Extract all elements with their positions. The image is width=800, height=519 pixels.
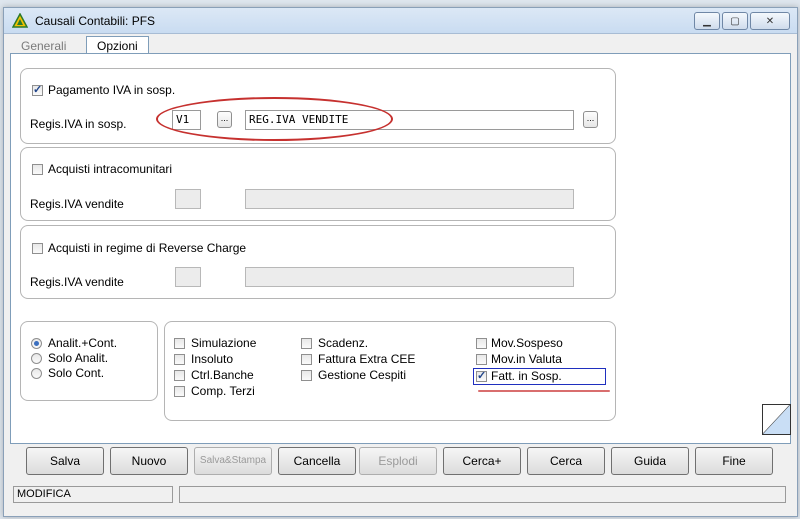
intracom-code-field xyxy=(175,189,201,209)
cerca-button[interactable]: Cerca xyxy=(527,447,605,475)
close-icon: ✕ xyxy=(765,15,775,27)
acquisti-intracomunitari-checkbox[interactable] xyxy=(32,164,43,175)
window-title: Causali Contabili: PFS xyxy=(35,14,156,28)
radio-solo-cont[interactable] xyxy=(31,368,42,379)
regis-iva-vendite-label: Regis.IVA vendite xyxy=(30,197,124,211)
regis-iva-sosp-desc-lookup-button[interactable]: ... xyxy=(583,111,598,128)
salva-button[interactable]: Salva xyxy=(26,447,104,475)
insoluto-checkbox[interactable] xyxy=(174,354,185,365)
reverse-desc-field xyxy=(245,267,574,287)
fattura-extra-cee-checkbox[interactable] xyxy=(301,354,312,365)
fatt-in-sosp-label: Fatt. in Sosp. xyxy=(491,369,562,383)
radio-solo-cont-label: Solo Cont. xyxy=(48,366,105,380)
ctrl-banche-label: Ctrl.Banche xyxy=(191,368,254,382)
ctrl-banche-checkbox[interactable] xyxy=(174,370,185,381)
minimize-icon: ▁ xyxy=(703,15,711,27)
mov-in-valuta-checkbox[interactable] xyxy=(476,354,487,365)
maximize-button[interactable]: ▢ xyxy=(722,12,748,30)
title-bar[interactable]: Causali Contabili: PFS ▁ ▢ ✕ xyxy=(4,8,797,34)
simulazione-label: Simulazione xyxy=(191,336,257,350)
minimize-button[interactable]: ▁ xyxy=(694,12,720,30)
close-button[interactable]: ✕ xyxy=(750,12,790,30)
nuovo-button[interactable]: Nuovo xyxy=(110,447,188,475)
status-mode: MODIFICA xyxy=(13,486,173,503)
fattura-extra-cee-label: Fattura Extra CEE xyxy=(318,352,416,366)
gestione-cespiti-checkbox[interactable] xyxy=(301,370,312,381)
comp-terzi-label: Comp. Terzi xyxy=(191,384,255,398)
salva-stampa-button[interactable]: Salva&Stampa xyxy=(194,447,272,475)
status-message xyxy=(179,486,786,503)
intracom-desc-field xyxy=(245,189,574,209)
maximize-icon: ▢ xyxy=(730,15,740,27)
pagamento-iva-sosp-label: Pagamento IVA in sosp. xyxy=(48,83,176,97)
acquisti-intracomunitari-label: Acquisti intracomunitari xyxy=(48,162,173,176)
tab-generali[interactable]: Generali xyxy=(11,38,76,54)
simulazione-checkbox[interactable] xyxy=(174,338,185,349)
radio-solo-analit[interactable] xyxy=(31,353,42,364)
annotation-ellipse xyxy=(156,97,393,141)
fatt-in-sosp-checkbox[interactable] xyxy=(476,369,487,382)
reverse-charge-label: Acquisti in regime di Reverse Charge xyxy=(48,241,247,255)
radio-analit-cont[interactable] xyxy=(31,338,42,349)
regis-iva-vendite-label-2: Regis.IVA vendite xyxy=(30,275,124,289)
radio-solo-analit-label: Solo Analit. xyxy=(48,351,109,365)
mov-in-valuta-label: Mov.in Valuta xyxy=(491,352,562,366)
guida-button[interactable]: Guida xyxy=(611,447,689,475)
mov-sospeso-checkbox[interactable] xyxy=(476,338,487,349)
reverse-code-field xyxy=(175,267,201,287)
page-corner-icon[interactable] xyxy=(762,404,791,435)
insoluto-label: Insoluto xyxy=(191,352,234,366)
comp-terzi-checkbox[interactable] xyxy=(174,386,185,397)
pagamento-iva-sosp-checkbox[interactable] xyxy=(32,83,43,96)
esplodi-button[interactable]: Esplodi xyxy=(359,447,437,475)
radio-analit-cont-label: Analit.+Cont. xyxy=(48,336,118,350)
cancella-button[interactable]: Cancella xyxy=(278,447,356,475)
cerca-plus-button[interactable]: Cerca+ xyxy=(443,447,521,475)
reverse-charge-checkbox[interactable] xyxy=(32,243,43,254)
mov-sospeso-label: Mov.Sospeso xyxy=(491,336,563,350)
scadenz-checkbox[interactable] xyxy=(301,338,312,349)
fine-button[interactable]: Fine xyxy=(695,447,773,475)
annotation-underline xyxy=(478,390,610,392)
app-icon xyxy=(12,13,28,28)
scadenz-label: Scadenz. xyxy=(318,336,369,350)
gestione-cespiti-label: Gestione Cespiti xyxy=(318,368,407,382)
regis-iva-sosp-label: Regis.IVA in sosp. xyxy=(30,117,127,131)
